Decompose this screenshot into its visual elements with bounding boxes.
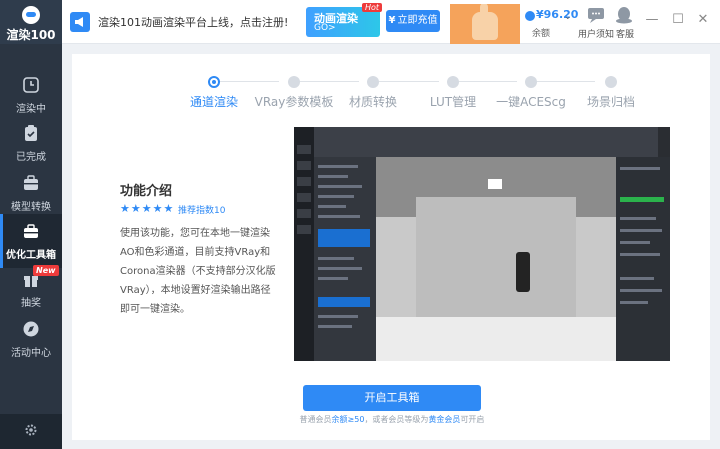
step-divider [457, 81, 517, 82]
step-label: 通道渲染 [189, 95, 238, 109]
content-panel: 通道渲染 VRay参数模板 材质转换 LUT管理 一键ACEScg 场景归档 功… [72, 54, 710, 440]
tip-balance[interactable]: 余额≥50 [332, 415, 365, 424]
tip-member[interactable]: 黄金会员 [428, 415, 460, 424]
message-icon[interactable] [586, 6, 606, 24]
close-button[interactable]: ✕ [695, 12, 711, 28]
wallet-icon [525, 11, 535, 21]
thumbs-up-icon [472, 4, 498, 40]
service-label[interactable]: 客服 [616, 27, 634, 40]
step-divider [379, 81, 439, 82]
open-toolbox-button[interactable]: 开启工具箱 [303, 385, 481, 411]
recharge-label: 立即充值 [397, 15, 438, 26]
app-logo[interactable]: 渲染100 [0, 0, 62, 44]
logo-icon [22, 6, 40, 24]
feature-preview-image [294, 127, 670, 361]
clipboard-check-icon [25, 125, 37, 141]
preview-output-panel [616, 157, 670, 361]
balance-label: 余额 [532, 29, 551, 39]
preview-settings-panel [314, 157, 376, 361]
feature-title: 功能介绍 [120, 184, 173, 199]
step-label: 场景归档 [586, 95, 635, 109]
preview-sidebar [294, 127, 314, 361]
animation-render-banner[interactable]: 动画渲染 GO> Hot [306, 3, 383, 37]
unlock-tip: 普通会员余额≥50，或者会员等级为黄金会员可开启 [72, 414, 712, 425]
step-tabs: 通道渲染 VRay参数模板 材质转换 LUT管理 一键ACEScg 场景归档 [72, 54, 710, 114]
user-notice-label[interactable]: 用户须知 [578, 27, 614, 40]
feature-description: 使用该功能，您可在本地一键渲染AO和色彩通道，目前支持VRay和Corona渲染… [120, 228, 276, 315]
clock-icon [23, 77, 39, 93]
sidebar: 渲染100 渲染中 已完成 模型转换 优化工具箱 New 抽奖 活动中心 [0, 0, 62, 449]
step-divider [299, 81, 359, 82]
tip-prefix: 普通会员 [299, 415, 332, 424]
tip-middle: ，或者会员等级为 [364, 415, 429, 424]
step-dot [605, 76, 617, 88]
tip-suffix: 可开启 [460, 415, 485, 424]
megaphone-icon [70, 12, 90, 32]
chevron-down-icon[interactable]: ⌄ [564, 12, 572, 22]
step-dot [447, 76, 459, 88]
step-label: 材质转换 [348, 95, 397, 109]
sidebar-item-label: 渲染中 [16, 104, 46, 115]
yen-icon: ¥ [388, 15, 396, 26]
minimize-button[interactable]: — [644, 12, 660, 28]
sidebar-item-model-convert[interactable]: 模型转换 [0, 166, 62, 220]
recommend-index: 推荐指数10 [178, 206, 226, 216]
step-divider [219, 81, 279, 82]
thumbs-up-banner[interactable] [450, 4, 520, 44]
logo-text: 渲染100 [6, 28, 56, 42]
sidebar-item-rendering[interactable]: 渲染中 [0, 68, 62, 122]
gear-icon [25, 424, 37, 436]
sidebar-item-completed[interactable]: 已完成 [0, 116, 62, 170]
recharge-button[interactable]: ¥ 立即充值 [386, 10, 440, 32]
maximize-button[interactable]: ☐ [670, 12, 686, 28]
balance-value[interactable]: ¥96.20 [536, 8, 578, 21]
settings-button[interactable] [0, 414, 62, 449]
step-dot [208, 76, 220, 88]
step-dot [367, 76, 379, 88]
step-label: LUT管理 [429, 95, 477, 109]
sidebar-item-toolbox[interactable]: 优化工具箱 [0, 214, 62, 268]
rating-stars: ★★★★★ [120, 202, 175, 215]
new-badge: New [33, 265, 59, 276]
promo-go: GO> [314, 23, 336, 33]
customer-service-icon[interactable] [614, 6, 634, 24]
step-dot [288, 76, 300, 88]
toolbox-icon [24, 224, 38, 238]
top-bar: 渲染101动画渲染平台上线，点击注册! 动画渲染 GO> Hot ¥ 立即充值 ¥… [62, 0, 720, 44]
step-divider [533, 81, 595, 82]
notice-link[interactable]: 渲染101动画渲染平台上线，点击注册! [98, 14, 288, 30]
hot-badge: Hot [362, 3, 383, 12]
sidebar-item-label: 活动中心 [11, 348, 51, 359]
sidebar-item-label: 模型转换 [11, 202, 51, 213]
preview-toolbar [314, 127, 658, 157]
briefcase-icon [24, 175, 38, 190]
step-label: 一键ACEScg [496, 95, 566, 109]
sidebar-item-label: 已完成 [16, 152, 46, 163]
sidebar-item-activity-center[interactable]: 活动中心 [0, 312, 62, 366]
step-dot [525, 76, 537, 88]
compass-icon [23, 321, 39, 337]
preview-render-viewport [376, 157, 616, 361]
step-label: VRay参数模板 [254, 95, 334, 109]
sidebar-item-label: 抽奖 [21, 298, 41, 309]
sidebar-item-label: 优化工具箱 [6, 250, 56, 261]
sidebar-item-lottery[interactable]: New 抽奖 [0, 262, 62, 316]
